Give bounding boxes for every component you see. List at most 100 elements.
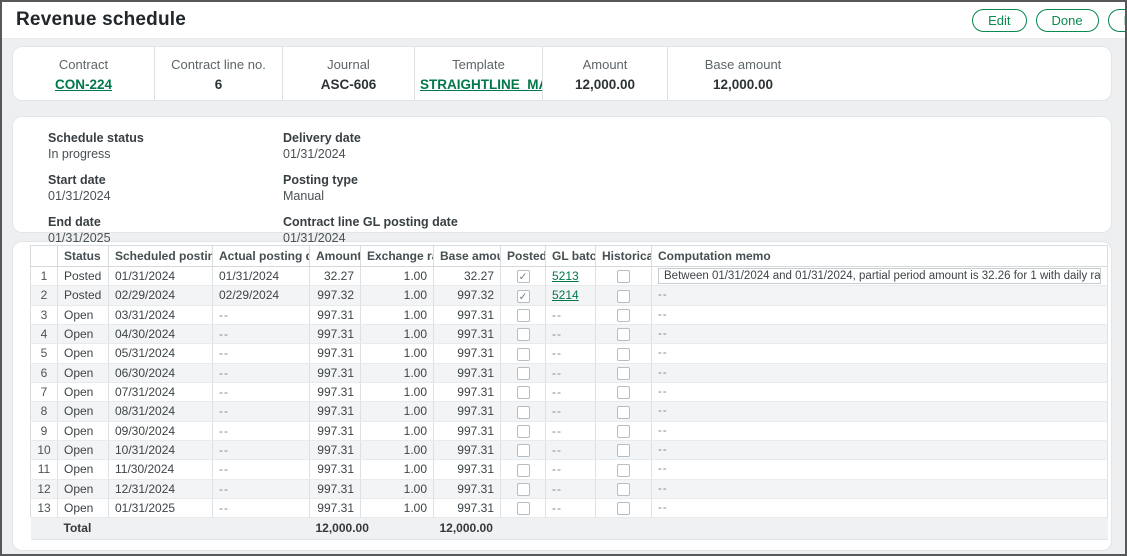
header-actions: Edit Done H bbox=[972, 9, 1127, 32]
end-date-field: End date 01/31/2025 bbox=[48, 214, 283, 247]
gl-batch-link[interactable]: 5213 bbox=[552, 269, 579, 283]
computation-memo-cell: -- bbox=[652, 363, 1108, 382]
posted-checkbox[interactable] bbox=[517, 309, 530, 322]
posted-checkbox[interactable] bbox=[517, 464, 530, 477]
status-cell: Posted bbox=[58, 286, 109, 305]
amount-cell: 997.31 bbox=[310, 382, 361, 401]
posting-type-field: Posting type Manual bbox=[283, 172, 1111, 205]
historical-checkbox[interactable] bbox=[617, 270, 630, 283]
contract-line-no-value: 6 bbox=[215, 77, 223, 92]
exchange-rate-cell: 1.00 bbox=[361, 460, 434, 479]
amount-cell: 997.31 bbox=[310, 460, 361, 479]
row-number: 7 bbox=[31, 382, 58, 401]
posted-checkbox[interactable]: ✓ bbox=[517, 290, 530, 303]
historical-cell bbox=[596, 440, 652, 459]
computation-memo-cell: -- bbox=[652, 344, 1108, 363]
historical-checkbox[interactable] bbox=[617, 406, 630, 419]
schedule-row: 5Open05/31/2024--997.311.00997.31---- bbox=[31, 344, 1108, 363]
exchange-rate-cell: 1.00 bbox=[361, 286, 434, 305]
base-amount-cell: 997.31 bbox=[434, 460, 501, 479]
historical-checkbox[interactable] bbox=[617, 444, 630, 457]
status-cell: Open bbox=[58, 382, 109, 401]
historical-checkbox[interactable] bbox=[617, 464, 630, 477]
posted-cell bbox=[501, 344, 546, 363]
scheduled-posting-date-cell: 08/31/2024 bbox=[109, 402, 213, 421]
summary-contract-line-no: Contract line no. 6 bbox=[155, 47, 283, 100]
posted-checkbox[interactable]: ✓ bbox=[517, 270, 530, 283]
edit-button[interactable]: Edit bbox=[972, 9, 1026, 32]
exchange-rate-cell: 1.00 bbox=[361, 305, 434, 324]
contract-link[interactable]: CON-224 bbox=[55, 77, 112, 92]
historical-cell bbox=[596, 421, 652, 440]
posted-cell bbox=[501, 363, 546, 382]
exchange-rate-cell: 1.00 bbox=[361, 363, 434, 382]
historical-cell bbox=[596, 267, 652, 286]
posted-checkbox[interactable] bbox=[517, 386, 530, 399]
amount-value: 12,000.00 bbox=[575, 77, 635, 92]
computation-memo-cell: -- bbox=[652, 498, 1108, 517]
end-date-value: 01/31/2025 bbox=[48, 230, 283, 247]
posted-checkbox[interactable] bbox=[517, 406, 530, 419]
actual-posting-date-cell: -- bbox=[213, 460, 310, 479]
schedule-row: 8Open08/31/2024--997.311.00997.31---- bbox=[31, 402, 1108, 421]
computation-memo-cell: -- bbox=[652, 421, 1108, 440]
total-empty-posted bbox=[501, 518, 546, 540]
help-button[interactable]: H bbox=[1108, 9, 1127, 32]
posted-cell bbox=[501, 421, 546, 440]
computation-memo-cell: -- bbox=[652, 286, 1108, 305]
posted-cell: ✓ bbox=[501, 267, 546, 286]
gl-batch-cell: -- bbox=[546, 479, 596, 498]
posted-checkbox[interactable] bbox=[517, 425, 530, 438]
historical-checkbox[interactable] bbox=[617, 309, 630, 322]
col-actual-posting-date: Actual posting date bbox=[213, 246, 310, 267]
total-label: Total bbox=[58, 518, 109, 540]
actual-posting-date-cell: -- bbox=[213, 402, 310, 421]
schedule-status-label: Schedule status bbox=[48, 130, 283, 146]
contract-line-gl-posting-date-value: 01/31/2024 bbox=[283, 230, 1111, 247]
total-row: Total 12,000.00 12,000.00 bbox=[31, 518, 1108, 540]
schedule-row: 11Open11/30/2024--997.311.00997.31---- bbox=[31, 460, 1108, 479]
historical-cell bbox=[596, 286, 652, 305]
base-amount-cell: 997.31 bbox=[434, 479, 501, 498]
amount-cell: 997.31 bbox=[310, 324, 361, 343]
posted-cell bbox=[501, 479, 546, 498]
done-button[interactable]: Done bbox=[1036, 9, 1099, 32]
exchange-rate-cell: 1.00 bbox=[361, 344, 434, 363]
contract-line-gl-posting-date-field: Contract line GL posting date 01/31/2024 bbox=[283, 214, 1111, 247]
exchange-rate-cell: 1.00 bbox=[361, 498, 434, 517]
posting-type-label: Posting type bbox=[283, 172, 1111, 188]
exchange-rate-cell: 1.00 bbox=[361, 402, 434, 421]
historical-checkbox[interactable] bbox=[617, 290, 630, 303]
journal-value: ASC-606 bbox=[321, 77, 377, 92]
historical-checkbox[interactable] bbox=[617, 483, 630, 496]
historical-checkbox[interactable] bbox=[617, 367, 630, 380]
col-posted: Posted bbox=[501, 246, 546, 267]
end-date-label: End date bbox=[48, 214, 283, 230]
historical-checkbox[interactable] bbox=[617, 386, 630, 399]
gl-batch-link[interactable]: 5214 bbox=[552, 288, 579, 302]
scheduled-posting-date-cell: 01/31/2025 bbox=[109, 498, 213, 517]
historical-checkbox[interactable] bbox=[617, 328, 630, 341]
historical-checkbox[interactable] bbox=[617, 502, 630, 515]
posted-checkbox[interactable] bbox=[517, 502, 530, 515]
row-number: 11 bbox=[31, 460, 58, 479]
posted-checkbox[interactable] bbox=[517, 367, 530, 380]
schedule-row: 6Open06/30/2024--997.311.00997.31---- bbox=[31, 363, 1108, 382]
row-number: 13 bbox=[31, 498, 58, 517]
summary-filler bbox=[818, 47, 1111, 100]
details-left-column: Schedule status In progress Start date 0… bbox=[48, 130, 283, 232]
scheduled-posting-date-cell: 12/31/2024 bbox=[109, 479, 213, 498]
posted-checkbox[interactable] bbox=[517, 328, 530, 341]
posted-checkbox[interactable] bbox=[517, 444, 530, 457]
historical-checkbox[interactable] bbox=[617, 348, 630, 361]
base-amount-cell: 997.31 bbox=[434, 440, 501, 459]
template-label: Template bbox=[452, 57, 505, 72]
gl-batch-cell: -- bbox=[546, 344, 596, 363]
posted-checkbox[interactable] bbox=[517, 348, 530, 361]
base-amount-cell: 997.31 bbox=[434, 344, 501, 363]
historical-checkbox[interactable] bbox=[617, 425, 630, 438]
base-amount-value: 12,000.00 bbox=[713, 77, 773, 92]
row-number: 1 bbox=[31, 267, 58, 286]
posted-checkbox[interactable] bbox=[517, 483, 530, 496]
template-link[interactable]: STRAIGHTLINE_MANUAL bbox=[417, 77, 543, 92]
